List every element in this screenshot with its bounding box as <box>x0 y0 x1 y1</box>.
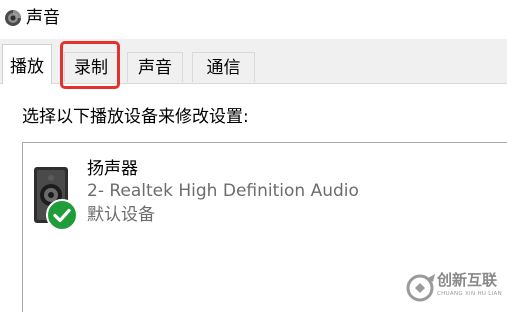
default-check-icon <box>46 199 78 231</box>
device-name: 扬声器 <box>87 159 138 179</box>
recording-tab-highlight <box>60 41 120 89</box>
window-title: 声音 <box>26 8 60 28</box>
speaker-icon <box>5 10 21 26</box>
title-bar: 声音 <box>0 0 507 38</box>
watermark-text: 创新互联 <box>437 271 498 289</box>
device-description: 2- Realtek High Definition Audio <box>87 181 359 201</box>
watermark-subtext: CHUANG XIN HU LIAN <box>437 291 503 297</box>
device-status: 默认设备 <box>87 205 155 225</box>
watermark-logo-icon <box>406 274 435 302</box>
watermark: 创新互联 CHUANG XIN HU LIAN <box>405 268 505 308</box>
tab-communications[interactable]: 通信 <box>192 52 255 82</box>
instruction-text: 选择以下播放设备来修改设置: <box>22 107 249 127</box>
tab-playback[interactable]: 播放 <box>2 44 52 84</box>
tab-sounds[interactable]: 声音 <box>127 52 183 82</box>
